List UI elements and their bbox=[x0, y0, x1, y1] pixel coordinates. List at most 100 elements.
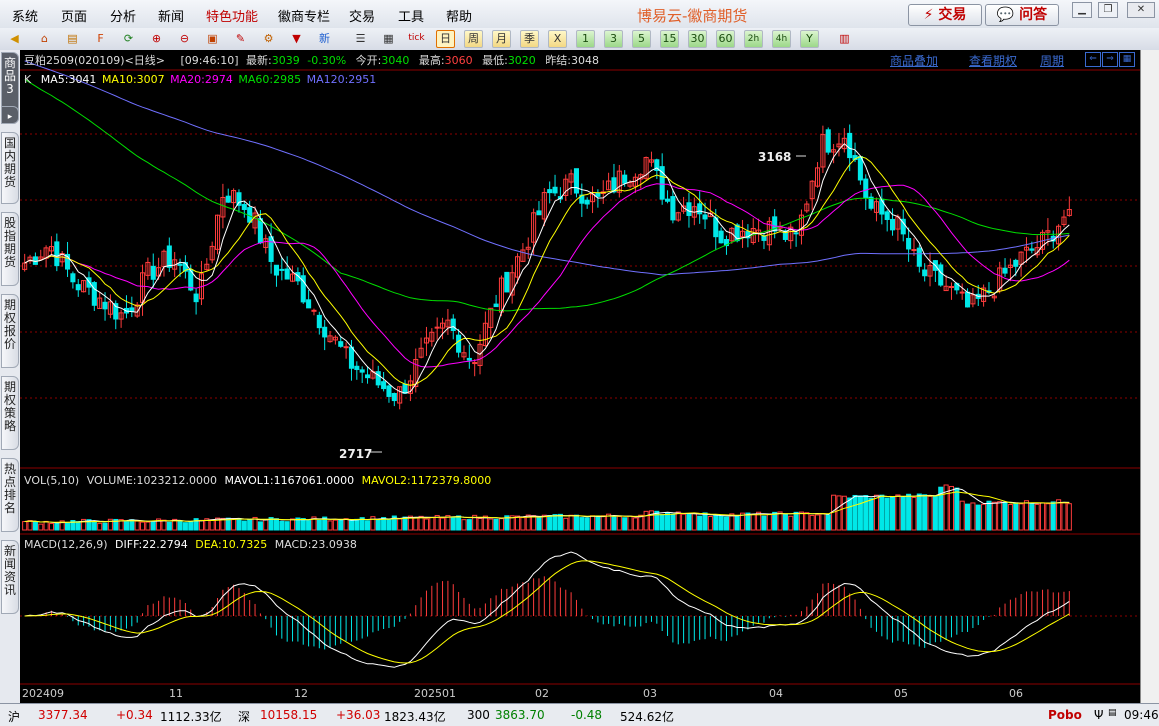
new-icon[interactable]: 新 bbox=[316, 30, 333, 47]
ma120-line bbox=[24, 60, 1070, 276]
menu-tools[interactable]: 工具 bbox=[398, 6, 424, 25]
quote-header: 豆粕2509(020109)<日线> [09:46:10] 最新:3039 -0… bbox=[24, 52, 599, 68]
menu-huishang[interactable]: 徽商专栏 bbox=[278, 6, 330, 25]
volume-bar bbox=[150, 520, 156, 531]
maximize-icon[interactable]: ❐ bbox=[1098, 2, 1118, 18]
gear-icon[interactable]: ⚙ bbox=[260, 30, 277, 47]
macd-label: MACD(12,26,9) bbox=[24, 538, 108, 551]
qa-button[interactable]: 💬 问答 bbox=[985, 4, 1059, 26]
link-overlay[interactable]: 商品叠加 bbox=[890, 52, 938, 69]
grid-icon[interactable]: ▦ bbox=[1119, 52, 1135, 67]
right-scrollbar[interactable] bbox=[1140, 50, 1159, 703]
menu-page[interactable]: 页面 bbox=[61, 6, 87, 25]
tick-icon[interactable]: tick bbox=[408, 30, 425, 47]
candle-body bbox=[547, 189, 553, 194]
open-label: 今开: bbox=[355, 54, 382, 67]
list-icon[interactable]: ☰ bbox=[352, 30, 369, 47]
volume-bar bbox=[798, 511, 805, 531]
minimize-icon[interactable]: ▁ bbox=[1072, 2, 1092, 18]
period-60[interactable]: 60 bbox=[716, 30, 735, 48]
period-2h[interactable]: 2h bbox=[744, 30, 763, 48]
menu-trade[interactable]: 交易 bbox=[349, 6, 375, 25]
link-options[interactable]: 查看期权 bbox=[969, 52, 1017, 69]
period-5[interactable]: 5 bbox=[632, 30, 651, 48]
period-x[interactable]: X bbox=[548, 30, 567, 48]
sh-index[interactable]: 3377.34 bbox=[38, 708, 88, 722]
volume-bar bbox=[1066, 503, 1072, 531]
menu-help[interactable]: 帮助 bbox=[446, 6, 472, 25]
menu-news[interactable]: 新闻 bbox=[158, 6, 184, 25]
home-icon[interactable]: ⌂ bbox=[36, 30, 53, 47]
menu-special[interactable]: 特色功能 bbox=[206, 6, 258, 25]
side-tab-option-strategy[interactable]: 期权策略 bbox=[1, 376, 19, 450]
period-15[interactable]: 15 bbox=[660, 30, 679, 48]
zoom-in-icon[interactable]: ⊕ bbox=[148, 30, 165, 47]
stack-icon[interactable]: ▤ bbox=[64, 30, 81, 47]
refresh-icon[interactable]: ⟳ bbox=[120, 30, 137, 47]
volume-bar bbox=[536, 517, 542, 531]
volume-bar bbox=[997, 501, 1003, 531]
side-expand-icon[interactable]: ▸ bbox=[1, 106, 19, 124]
window-icon[interactable]: ▣ bbox=[204, 30, 221, 47]
volume-bar bbox=[161, 519, 167, 531]
period-week[interactable]: 周 bbox=[464, 30, 483, 48]
volume-bar bbox=[43, 520, 49, 531]
side-tab-domestic-futures[interactable]: 国内期货 bbox=[1, 132, 19, 204]
low-annotation: 2717 bbox=[339, 447, 373, 461]
nav-right-icon[interactable]: ⇒ bbox=[1102, 52, 1118, 67]
candle-body bbox=[236, 192, 242, 206]
candle-body bbox=[504, 271, 510, 293]
menu-system[interactable]: 系统 bbox=[12, 6, 38, 25]
table-icon[interactable]: ▦ bbox=[380, 30, 397, 47]
side-tab-hot-rank[interactable]: 热点排名 bbox=[1, 458, 19, 532]
candle-body bbox=[702, 214, 708, 220]
period-4h[interactable]: 4h bbox=[772, 30, 791, 48]
zoom-out-icon[interactable]: ⊖ bbox=[176, 30, 193, 47]
side-tab-option-quote[interactable]: 期权报价 bbox=[1, 294, 19, 368]
candle-body bbox=[241, 204, 247, 210]
period-month[interactable]: 月 bbox=[492, 30, 511, 48]
volume-bar bbox=[772, 511, 778, 531]
volume-bar bbox=[804, 512, 810, 531]
volume-bar bbox=[97, 522, 103, 531]
sz-index[interactable]: 10158.15 bbox=[260, 708, 317, 722]
volume-bar bbox=[386, 519, 392, 531]
candle-body bbox=[1002, 267, 1008, 274]
period-day[interactable]: 日 bbox=[436, 30, 455, 48]
volume-bar bbox=[841, 495, 847, 531]
layout-icon[interactable]: ▥ bbox=[836, 30, 853, 47]
menu-analysis[interactable]: 分析 bbox=[110, 6, 136, 25]
mavol1-value: MAVOL1:1167061.0000 bbox=[224, 474, 355, 487]
close-icon[interactable]: ✕ bbox=[1127, 2, 1155, 18]
menu-bar: 系统 页面 分析 新闻 特色功能 徽商专栏 交易 工具 帮助 博易云-徽商期货 … bbox=[0, 0, 1159, 29]
period-1[interactable]: 1 bbox=[576, 30, 595, 48]
chart-area[interactable] bbox=[20, 50, 1140, 703]
kline-chart-svg[interactable] bbox=[20, 50, 1140, 703]
f10-icon[interactable]: F bbox=[92, 30, 109, 47]
period-y[interactable]: Y bbox=[800, 30, 819, 48]
period-3[interactable]: 3 bbox=[604, 30, 623, 48]
filter-icon[interactable]: ▼ bbox=[288, 30, 305, 47]
volume-bar bbox=[836, 495, 842, 531]
period-30[interactable]: 30 bbox=[688, 30, 707, 48]
candle-body bbox=[713, 217, 719, 238]
volume-bar bbox=[954, 487, 960, 531]
volume-bar bbox=[493, 518, 499, 531]
volume-bar bbox=[766, 513, 772, 531]
side-tab-index-futures[interactable]: 股指期货 bbox=[1, 212, 19, 286]
back-arrow-icon[interactable]: ◀ bbox=[6, 30, 23, 47]
side-tab-news[interactable]: 新闻资讯 bbox=[1, 540, 19, 614]
link-period[interactable]: 周期 bbox=[1040, 52, 1064, 69]
c300-index[interactable]: 3863.70 bbox=[495, 708, 545, 722]
nav-left-icon[interactable]: ⇐ bbox=[1085, 52, 1101, 67]
volume-bar bbox=[75, 521, 81, 531]
candle-body bbox=[316, 314, 322, 329]
candle-body bbox=[225, 195, 231, 203]
period-quarter[interactable]: 季 bbox=[520, 30, 539, 48]
trade-button[interactable]: ⚡ 交易 bbox=[908, 4, 982, 26]
volume-bar bbox=[568, 514, 574, 531]
ma20-label: MA20:2974 bbox=[170, 73, 233, 86]
candle-body bbox=[863, 178, 869, 199]
pen-icon[interactable]: ✎ bbox=[232, 30, 249, 47]
volume-bar bbox=[547, 514, 553, 531]
